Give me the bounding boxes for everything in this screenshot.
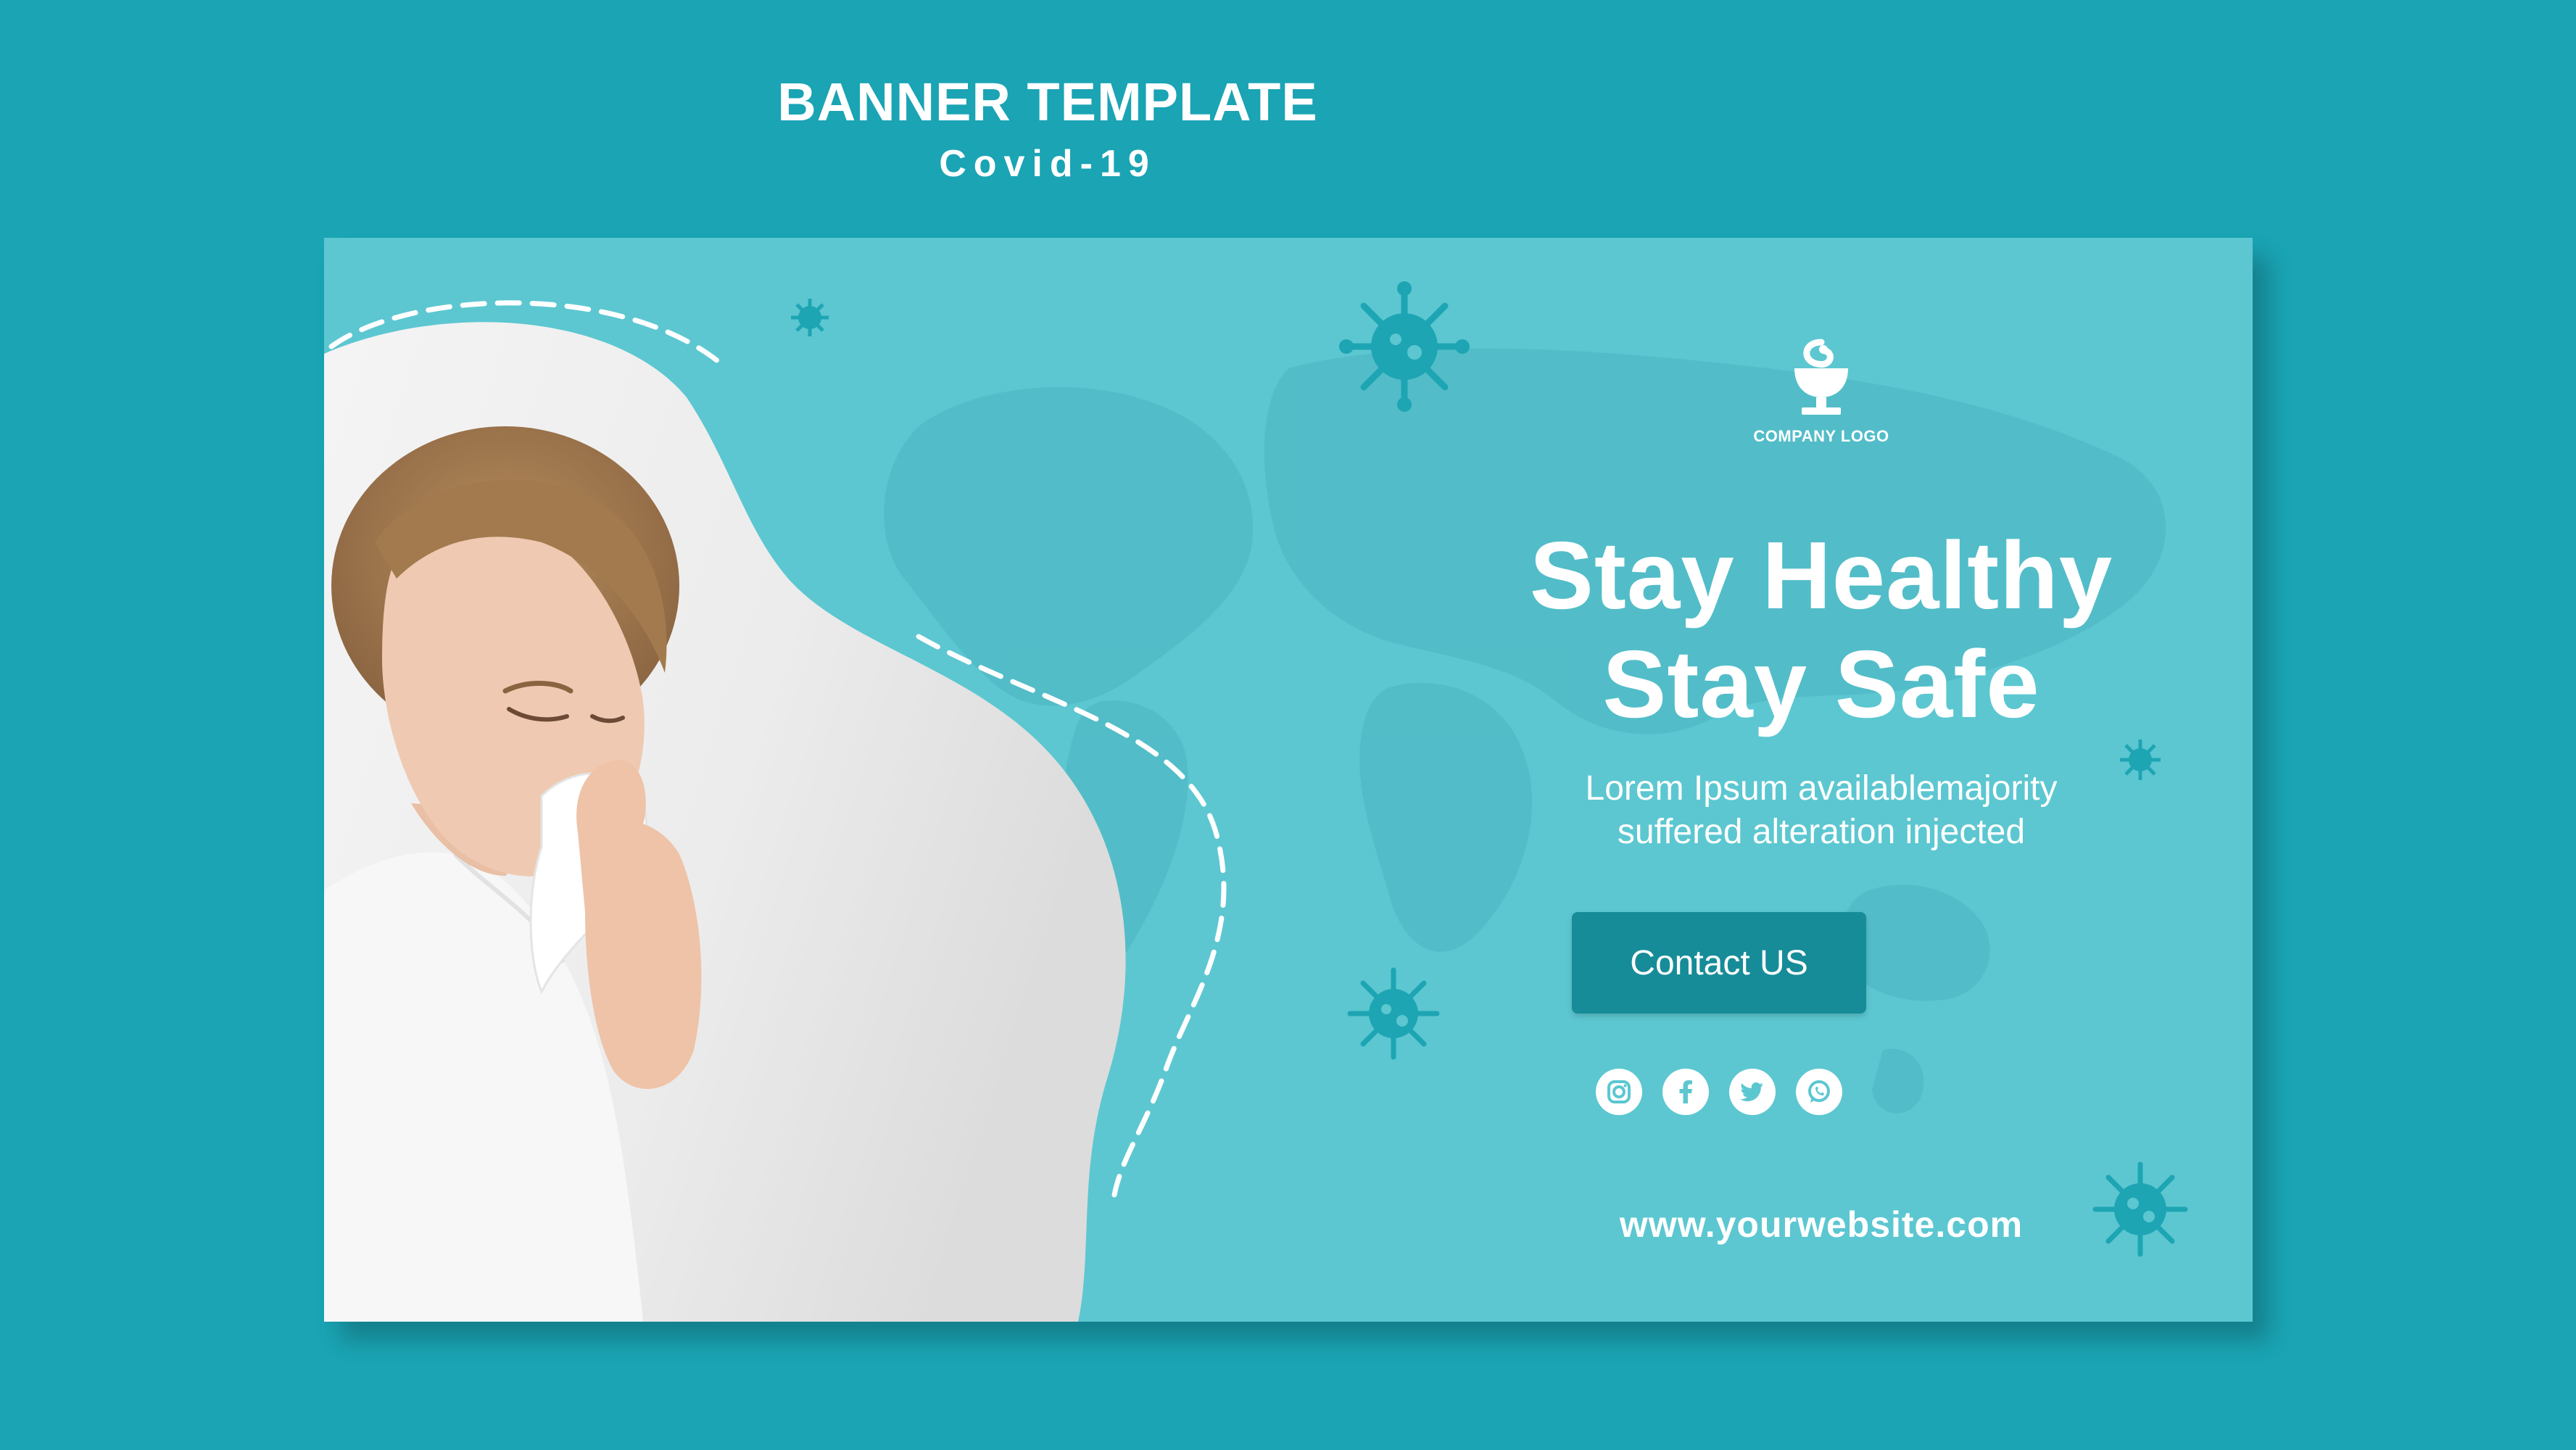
facebook-icon[interactable]	[1662, 1069, 1709, 1115]
whatsapp-icon[interactable]	[1796, 1069, 1842, 1115]
caduceus-bowl-icon	[1794, 339, 1848, 415]
social-icons	[1596, 1069, 1842, 1116]
twitter-icon[interactable]	[1729, 1069, 1776, 1115]
headline-line-2: Stay Safe	[1602, 631, 2040, 737]
body-text-line-2: suffered alteration injected	[1617, 813, 2026, 851]
banner: COMPANY LOGO Stay Healthy Stay Safe Lore…	[324, 238, 2253, 1322]
page-title: BANNER TEMPLATE	[777, 72, 1318, 132]
body-text-line-1: Lorem Ipsum availablemajority	[1585, 769, 2058, 808]
page-subtitle: Covid-19	[939, 143, 1156, 185]
company-logo: COMPANY LOGO	[1611, 332, 2032, 446]
instagram-icon[interactable]	[1596, 1069, 1642, 1115]
headline-line-1: Stay Healthy	[1529, 522, 2113, 629]
contact-us-button[interactable]: Contact US	[1572, 912, 1866, 1014]
website-url[interactable]: www.yourwebsite.com	[1393, 1204, 2249, 1246]
company-logo-text: COMPANY LOGO	[1753, 427, 1889, 445]
